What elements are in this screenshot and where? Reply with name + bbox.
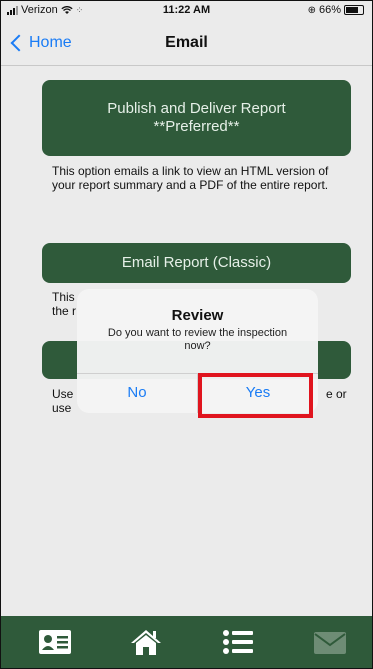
battery: ⊕ 66% (308, 4, 364, 16)
orientation-lock-icon: ⊕ (307, 4, 316, 16)
dialog-title: Review (171, 307, 224, 324)
screen: Verizon ⁘ 11:22 AM ⊕ 66% Home Email Publ… (1, 1, 372, 668)
battery-icon (344, 5, 364, 15)
battery-percent: 66% (318, 4, 341, 16)
publish-description: This option emails a link to view an HTM… (52, 164, 329, 192)
dialog-message: Do you want to review the inspection now… (107, 327, 288, 352)
email-report-classic-button[interactable]: Email Report (Classic) (42, 243, 351, 283)
home-icon[interactable] (129, 628, 163, 656)
yes-highlight-box (198, 373, 313, 418)
navigation-bar: Home Email (1, 21, 372, 65)
nav-divider (1, 65, 372, 66)
mail-icon[interactable] (313, 628, 347, 656)
contact-card-icon[interactable] (38, 628, 72, 656)
page-title: Email (165, 34, 208, 51)
publish-deliver-label: Publish and Deliver Report (107, 100, 286, 117)
tab-bar (1, 616, 372, 668)
third-description-right: e or (326, 387, 347, 401)
list-icon[interactable] (221, 628, 255, 656)
publish-deliver-button[interactable]: Publish and Deliver Report **Preferred** (42, 80, 351, 156)
status-bar: Verizon ⁘ 11:22 AM ⊕ 66% (1, 1, 372, 21)
preferred-label: **Preferred** (153, 118, 240, 135)
no-button[interactable]: No (77, 373, 197, 413)
phone-frame: Verizon ⁘ 11:22 AM ⊕ 66% Home Email Publ… (0, 0, 373, 669)
